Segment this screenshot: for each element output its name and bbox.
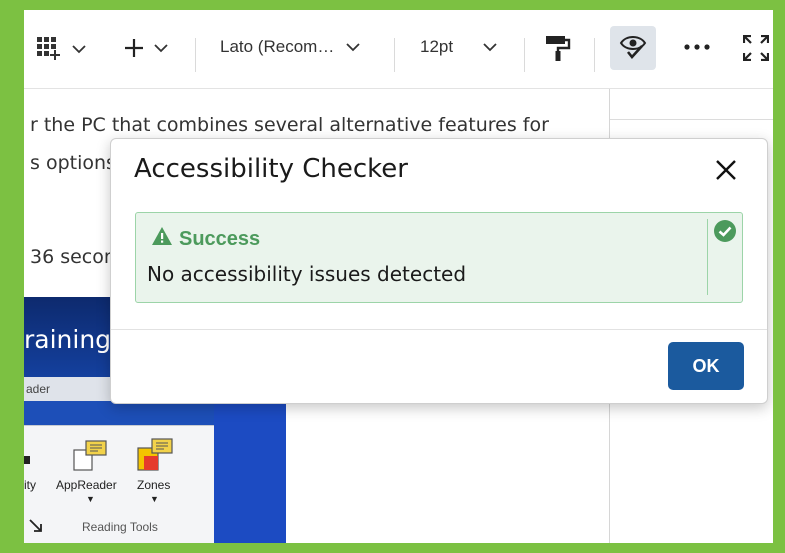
ribbon-icon-partial <box>24 456 30 464</box>
insert-button[interactable] <box>124 38 168 58</box>
success-alert: Success No accessibility issues detected <box>135 212 743 303</box>
editor-toolbar: Lato (Recom… 12pt <box>24 10 773 89</box>
toolbar-separator <box>524 38 525 72</box>
toolbar-separator <box>394 38 395 72</box>
ribbon-label-zones: Zones <box>137 478 171 492</box>
more-options-button[interactable] <box>684 44 710 50</box>
dialog-launcher-icon <box>29 519 42 532</box>
ribbon-group-label: Reading Tools <box>82 520 158 534</box>
plus-icon <box>124 38 144 58</box>
table-icon <box>36 36 62 62</box>
chevron-down-icon <box>346 42 360 52</box>
ok-button[interactable]: OK <box>668 342 744 390</box>
insert-table-button[interactable] <box>36 36 86 62</box>
eye-check-icon <box>619 32 647 65</box>
dropdown-arrow-icon: ▼ <box>86 494 95 504</box>
format-painter-icon <box>545 34 571 62</box>
fullscreen-icon <box>743 35 769 61</box>
document-text-line: 36 secon <box>30 246 116 268</box>
embedded-image-title: raining <box>24 325 112 354</box>
format-painter-button[interactable] <box>545 34 571 62</box>
zones-icon <box>137 438 173 471</box>
accessibility-check-button[interactable] <box>610 26 656 70</box>
ribbon-label: ity <box>24 478 36 492</box>
embedded-image-blue-area <box>214 401 286 543</box>
fullscreen-button[interactable] <box>743 35 769 61</box>
close-icon <box>715 159 737 186</box>
chevron-down-icon <box>72 44 86 54</box>
font-family-select[interactable]: Lato (Recom… <box>220 37 360 57</box>
alert-message: No accessibility issues detected <box>147 262 467 286</box>
embedded-image-ribbon: ity AppReader ▼ Zones ▼ Reading Tools <box>24 425 214 543</box>
check-circle-icon <box>713 219 737 248</box>
appreader-icon <box>73 440 107 471</box>
alert-heading: Success <box>151 226 260 252</box>
font-family-value: Lato (Recom… <box>220 37 335 56</box>
ribbon-label-appreader: AppReader <box>56 478 117 492</box>
alert-divider <box>707 219 708 295</box>
font-size-select[interactable]: 12pt <box>420 37 497 57</box>
chevron-down-icon <box>154 43 168 53</box>
alert-heading-text: Success <box>179 227 261 250</box>
close-button[interactable] <box>711 157 741 187</box>
font-size-value: 12pt <box>420 37 454 56</box>
toolbar-separator <box>195 38 196 72</box>
dialog-footer-divider <box>111 329 767 330</box>
document-text-line: s options <box>30 152 116 174</box>
dialog-title: Accessibility Checker <box>134 154 408 184</box>
side-panel-divider <box>610 119 774 120</box>
toolbar-separator <box>594 38 595 72</box>
document-text-line: r the PC that combines several alternati… <box>30 114 549 136</box>
chevron-down-icon <box>483 42 497 52</box>
more-icon <box>684 44 710 50</box>
accessibility-checker-dialog: Accessibility Checker Success No accessi… <box>110 138 768 404</box>
dropdown-arrow-icon: ▼ <box>150 494 159 504</box>
warning-icon <box>151 226 173 252</box>
